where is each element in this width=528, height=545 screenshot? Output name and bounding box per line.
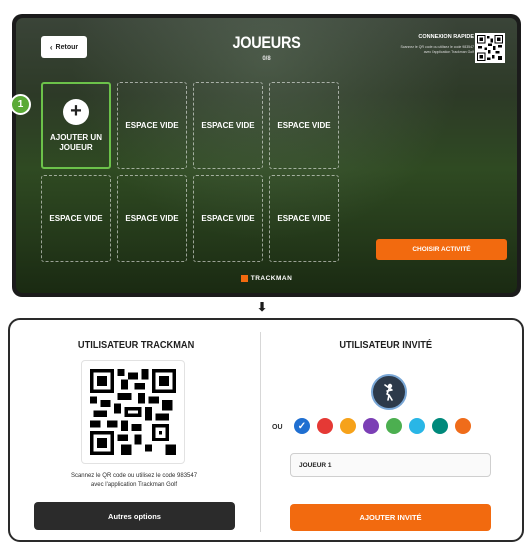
color-swatch[interactable] <box>386 418 402 434</box>
trackman-qr-code <box>81 360 185 464</box>
check-icon: ✓ <box>297 420 307 432</box>
guest-user-title: UTILISATEUR INVITÉ <box>339 339 433 351</box>
device-frame: ‹ Retour JOUEURS 0/8 CONNEXION RAPIDE Sc… <box>12 14 521 297</box>
color-swatch[interactable] <box>432 418 448 434</box>
add-player-label: AJOUTER UN JOUEUR <box>49 132 102 152</box>
color-swatch[interactable] <box>317 418 333 434</box>
guest-name-input[interactable] <box>290 453 491 477</box>
golfer-icon <box>384 383 393 401</box>
add-player-slot[interactable]: + AJOUTER UN JOUEUR <box>41 82 111 169</box>
empty-slot-label: ESPACE VIDE <box>125 120 179 130</box>
trackman-logo-icon <box>240 275 248 282</box>
step-badge: 1 <box>10 94 31 115</box>
empty-slot[interactable]: ESPACE VIDE <box>41 175 111 262</box>
quick-connect-qr-code <box>475 33 505 63</box>
column-divider <box>260 332 261 532</box>
trackman-user-title: UTILISATEUR TRACKMAN <box>77 339 195 351</box>
empty-slot[interactable]: ESPACE VIDE <box>269 175 339 262</box>
color-swatch[interactable] <box>409 418 425 434</box>
guest-avatar <box>371 374 407 410</box>
color-picker: ✓ <box>294 418 471 434</box>
scan-instructions-line2: avec l'application Trackman Golf <box>90 482 178 488</box>
trackman-logo: TRACKMAN <box>16 275 517 282</box>
choose-activity-button[interactable]: CHOISIR ACTIVITÉ <box>376 239 507 260</box>
player-count: 0/8 <box>262 56 271 62</box>
color-swatch-selected[interactable]: ✓ <box>294 418 310 434</box>
empty-slot-label: ESPACE VIDE <box>201 120 255 130</box>
empty-slot[interactable]: ESPACE VIDE <box>269 82 339 169</box>
or-label: OU <box>272 424 283 431</box>
players-screen: ‹ Retour JOUEURS 0/8 CONNEXION RAPIDE Sc… <box>16 18 517 293</box>
scan-instructions-line1: Scannez le QR code ou utilisez le code 9… <box>70 473 198 479</box>
other-options-button[interactable]: Autres options <box>34 502 235 530</box>
color-swatch[interactable] <box>363 418 379 434</box>
add-player-panel: UTILISATEUR TRACKMAN Scannez le QR code … <box>8 318 524 542</box>
trackman-logo-text: TRACKMAN <box>250 275 293 282</box>
color-swatch[interactable] <box>340 418 356 434</box>
plus-icon: + <box>63 98 89 125</box>
color-swatch[interactable] <box>455 418 471 434</box>
add-guest-button[interactable]: AJOUTER INVITÉ <box>290 504 491 531</box>
empty-slot-label: ESPACE VIDE <box>277 120 331 130</box>
empty-slot[interactable]: ESPACE VIDE <box>193 82 263 169</box>
empty-slot-label: ESPACE VIDE <box>125 213 179 223</box>
empty-slot[interactable]: ESPACE VIDE <box>117 175 187 262</box>
empty-slot-label: ESPACE VIDE <box>49 213 103 223</box>
empty-slot-label: ESPACE VIDE <box>201 213 255 223</box>
quick-connect-title: CONNEXION RAPIDE <box>418 34 474 40</box>
chevron-left-icon: ‹ <box>49 42 53 52</box>
quick-connect: CONNEXION RAPIDE Scannez le QR code ou u… <box>356 34 474 55</box>
quick-connect-line2: avec l'application Trackman Golf <box>423 50 474 54</box>
empty-slot[interactable]: ESPACE VIDE <box>117 82 187 169</box>
empty-slot[interactable]: ESPACE VIDE <box>193 175 263 262</box>
scan-instructions: Scannez le QR code ou utilisez le code 9… <box>24 472 244 490</box>
arrow-down-icon: ⬇ <box>257 300 268 314</box>
empty-slot-label: ESPACE VIDE <box>277 213 331 223</box>
player-slots-grid: + AJOUTER UN JOUEUR ESPACE VIDE ESPACE V… <box>41 82 339 262</box>
